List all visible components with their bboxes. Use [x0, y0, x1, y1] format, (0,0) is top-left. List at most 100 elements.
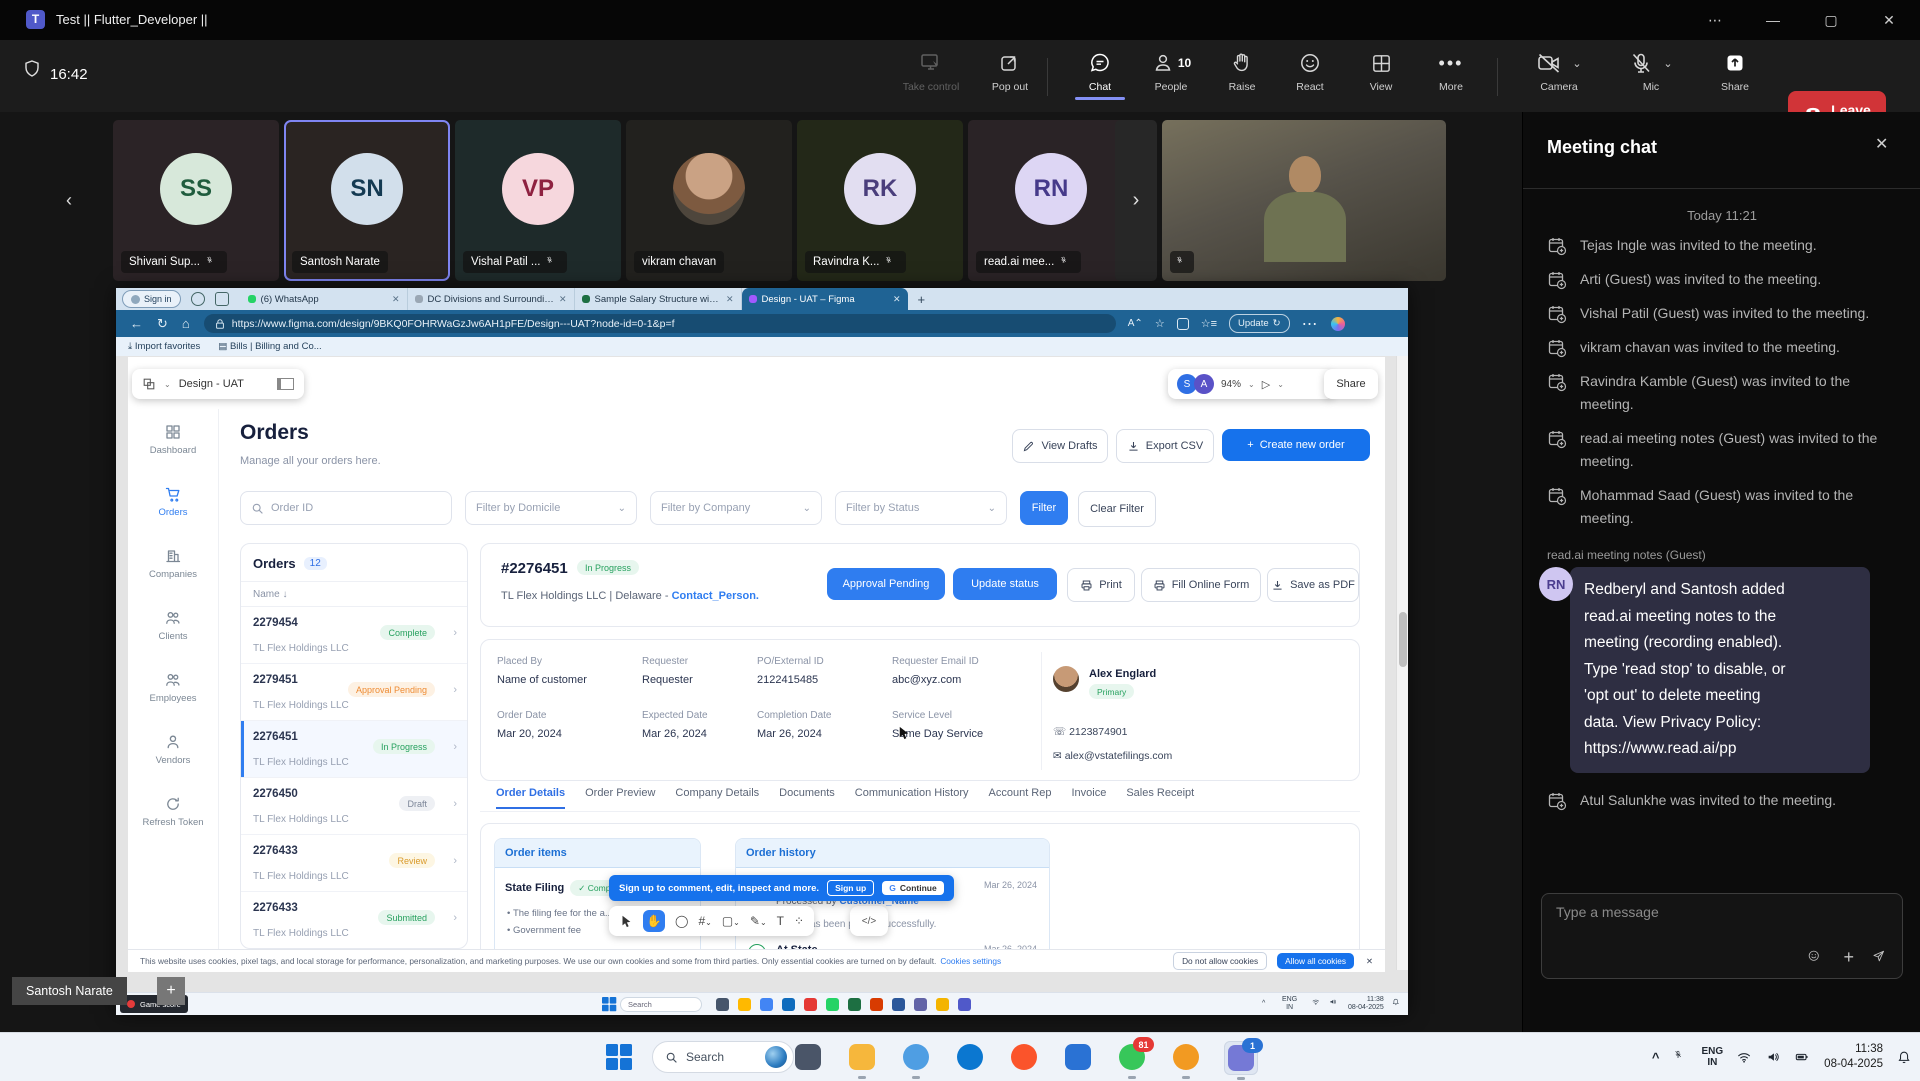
- copilot-icon[interactable]: [1331, 317, 1345, 331]
- name-column-header[interactable]: Name ↓: [241, 581, 467, 607]
- sidebar-item-dashboard[interactable]: Dashboard: [128, 409, 218, 471]
- bell-icon[interactable]: [1897, 1050, 1912, 1065]
- taskbar-app-icon[interactable]: [914, 998, 927, 1011]
- taskbar-app-icon[interactable]: [782, 998, 795, 1011]
- collaborator-avatar[interactable]: A: [1194, 374, 1214, 394]
- search-input[interactable]: Search: [620, 997, 702, 1012]
- react-button[interactable]: React: [1275, 50, 1345, 108]
- tab-close-icon[interactable]: ✕: [392, 294, 400, 305]
- volume-icon[interactable]: [1329, 998, 1340, 1009]
- contact-person-link[interactable]: Contact_Person.: [672, 590, 759, 602]
- taskbar-app-icon[interactable]: [738, 998, 751, 1011]
- bookmark-bills[interactable]: ▤ Bills | Billing and Co...: [218, 341, 321, 352]
- video-tile[interactable]: RK Ravindra K...: [797, 120, 963, 281]
- browser-signin-chip[interactable]: Sign in: [122, 290, 181, 308]
- filter-company-select[interactable]: Filter by Company⌄: [650, 491, 822, 525]
- detail-tab[interactable]: Invoice: [1071, 787, 1106, 809]
- clear-filter-button[interactable]: Clear Filter: [1078, 491, 1156, 527]
- allow-cookies-button[interactable]: Allow all cookies: [1277, 953, 1354, 969]
- order-row[interactable]: 2279454 TL Flex Holdings LLC Complete ›: [241, 607, 467, 664]
- presenter-add-button[interactable]: +: [157, 977, 185, 1005]
- figma-menu-icon[interactable]: [142, 377, 156, 391]
- file-explorer-icon[interactable]: [846, 1041, 878, 1073]
- workspaces-icon[interactable]: [215, 292, 229, 306]
- create-new-order-button[interactable]: +Create new order: [1222, 429, 1370, 461]
- detail-tab[interactable]: Order Details: [496, 787, 565, 809]
- dev-mode-toggle[interactable]: </>: [850, 906, 888, 936]
- layout-panel-icon[interactable]: [277, 378, 294, 390]
- browser-tab[interactable]: (6) WhatsApp ✕: [241, 288, 408, 310]
- tab-close-icon[interactable]: ✕: [559, 294, 567, 305]
- bookmark-import-favorites[interactable]: ⤓ Import favorites: [128, 341, 200, 352]
- actions-icon[interactable]: ⁘: [794, 914, 804, 928]
- teams-icon[interactable]: 1: [1224, 1041, 1258, 1075]
- home-icon[interactable]: ⌂: [182, 316, 190, 331]
- filter-apply-button[interactable]: Filter: [1020, 491, 1068, 525]
- taskbar-app-icon[interactable]: [804, 998, 817, 1011]
- taskbar-app-icon[interactable]: [892, 998, 905, 1011]
- wifi-icon[interactable]: [1312, 998, 1323, 1009]
- window-menu-button[interactable]: ⋯: [1692, 0, 1738, 40]
- taskbar-app-icon[interactable]: [870, 998, 883, 1011]
- save-as-pdf-button[interactable]: Save as PDF: [1267, 568, 1359, 602]
- video-tile[interactable]: vikram chavan: [626, 120, 792, 281]
- detail-tab[interactable]: Documents: [779, 787, 835, 809]
- favorite-star-icon[interactable]: ☆: [1155, 317, 1165, 330]
- window-maximize-button[interactable]: ▢: [1808, 0, 1854, 40]
- detail-tab[interactable]: Sales Receipt: [1126, 787, 1194, 809]
- send-icon[interactable]: [1872, 949, 1890, 967]
- favorites-bar-icon[interactable]: ☆≡: [1201, 317, 1217, 330]
- approval-pending-button[interactable]: Approval Pending: [827, 568, 945, 600]
- window-close-button[interactable]: ✕: [1866, 0, 1912, 40]
- whatsapp-icon[interactable]: 81: [1116, 1041, 1148, 1073]
- copilot-tab-icon[interactable]: [191, 292, 205, 306]
- more-button[interactable]: ••• More: [1416, 50, 1486, 108]
- filmstrip-prev-button[interactable]: ‹: [66, 190, 72, 211]
- browser-profile-icon[interactable]: [1170, 1041, 1202, 1073]
- browser-tab[interactable]: Design - UAT – Figma ✕: [742, 288, 908, 310]
- chrome-icon[interactable]: [900, 1041, 932, 1073]
- chat-close-icon[interactable]: ✕: [1875, 134, 1888, 154]
- fill-online-form-button[interactable]: Fill Online Form: [1141, 568, 1261, 602]
- pop-out-button[interactable]: Pop out: [975, 50, 1045, 108]
- language-indicator[interactable]: ENGIN: [1282, 996, 1297, 1012]
- order-row[interactable]: 2279451 TL Flex Holdings LLC Approval Pe…: [241, 664, 467, 721]
- view-button[interactable]: View: [1346, 50, 1416, 108]
- order-row[interactable]: 2276450 TL Flex Holdings LLC Draft ›: [241, 778, 467, 835]
- camera-chevron-icon[interactable]: ⌄: [1572, 57, 1581, 70]
- extensions-icon[interactable]: [1177, 318, 1189, 330]
- reload-icon[interactable]: ↻: [157, 316, 168, 332]
- detail-tab[interactable]: Order Preview: [585, 787, 655, 809]
- view-drafts-button[interactable]: View Drafts: [1012, 429, 1108, 463]
- sidebar-item-vendors[interactable]: Vendors: [128, 719, 218, 781]
- present-icon[interactable]: ▷: [1262, 378, 1270, 391]
- detail-tab[interactable]: Communication History: [855, 787, 969, 809]
- sidebar-item-orders[interactable]: Orders: [128, 471, 218, 533]
- browser-scrollbar[interactable]: [1396, 356, 1408, 970]
- figma-share-button[interactable]: Share: [1324, 369, 1378, 399]
- back-icon[interactable]: ←: [130, 316, 143, 331]
- share-button[interactable]: Share: [1700, 50, 1770, 108]
- figma-doc-title[interactable]: Design - UAT: [179, 378, 244, 390]
- chevron-down-icon[interactable]: ⌄: [164, 380, 171, 389]
- emoji-icon[interactable]: [1807, 949, 1825, 967]
- filmstrip-next-button[interactable]: ›: [1115, 120, 1157, 281]
- edge-icon[interactable]: [954, 1041, 986, 1073]
- text-tool-icon[interactable]: T: [777, 914, 784, 928]
- frame-tool-icon[interactable]: #⌄: [698, 914, 711, 928]
- figma-sign-up-button[interactable]: Sign up: [827, 880, 874, 896]
- browser-menu-icon[interactable]: ⋯: [1302, 314, 1319, 334]
- camera-button[interactable]: ⌄ Camera: [1512, 50, 1606, 108]
- sidebar-item-employees[interactable]: Employees: [128, 657, 218, 719]
- read-aloud-icon[interactable]: A⌃: [1128, 318, 1143, 329]
- battery-icon[interactable]: [1795, 1050, 1810, 1065]
- scrollbar-thumb[interactable]: [1399, 612, 1407, 667]
- order-id-search-input[interactable]: Order ID: [240, 491, 452, 525]
- code-app-icon[interactable]: [1062, 1041, 1094, 1073]
- hand-tool-icon[interactable]: ✋: [643, 910, 665, 932]
- contact-email[interactable]: ✉ alex@vstatefilings.com: [1053, 750, 1172, 762]
- video-tile[interactable]: SS Shivani Sup...: [113, 120, 279, 281]
- start-button[interactable]: [606, 1044, 632, 1070]
- taskbar-app-icon[interactable]: [826, 998, 839, 1011]
- detail-tab[interactable]: Account Rep: [989, 787, 1052, 809]
